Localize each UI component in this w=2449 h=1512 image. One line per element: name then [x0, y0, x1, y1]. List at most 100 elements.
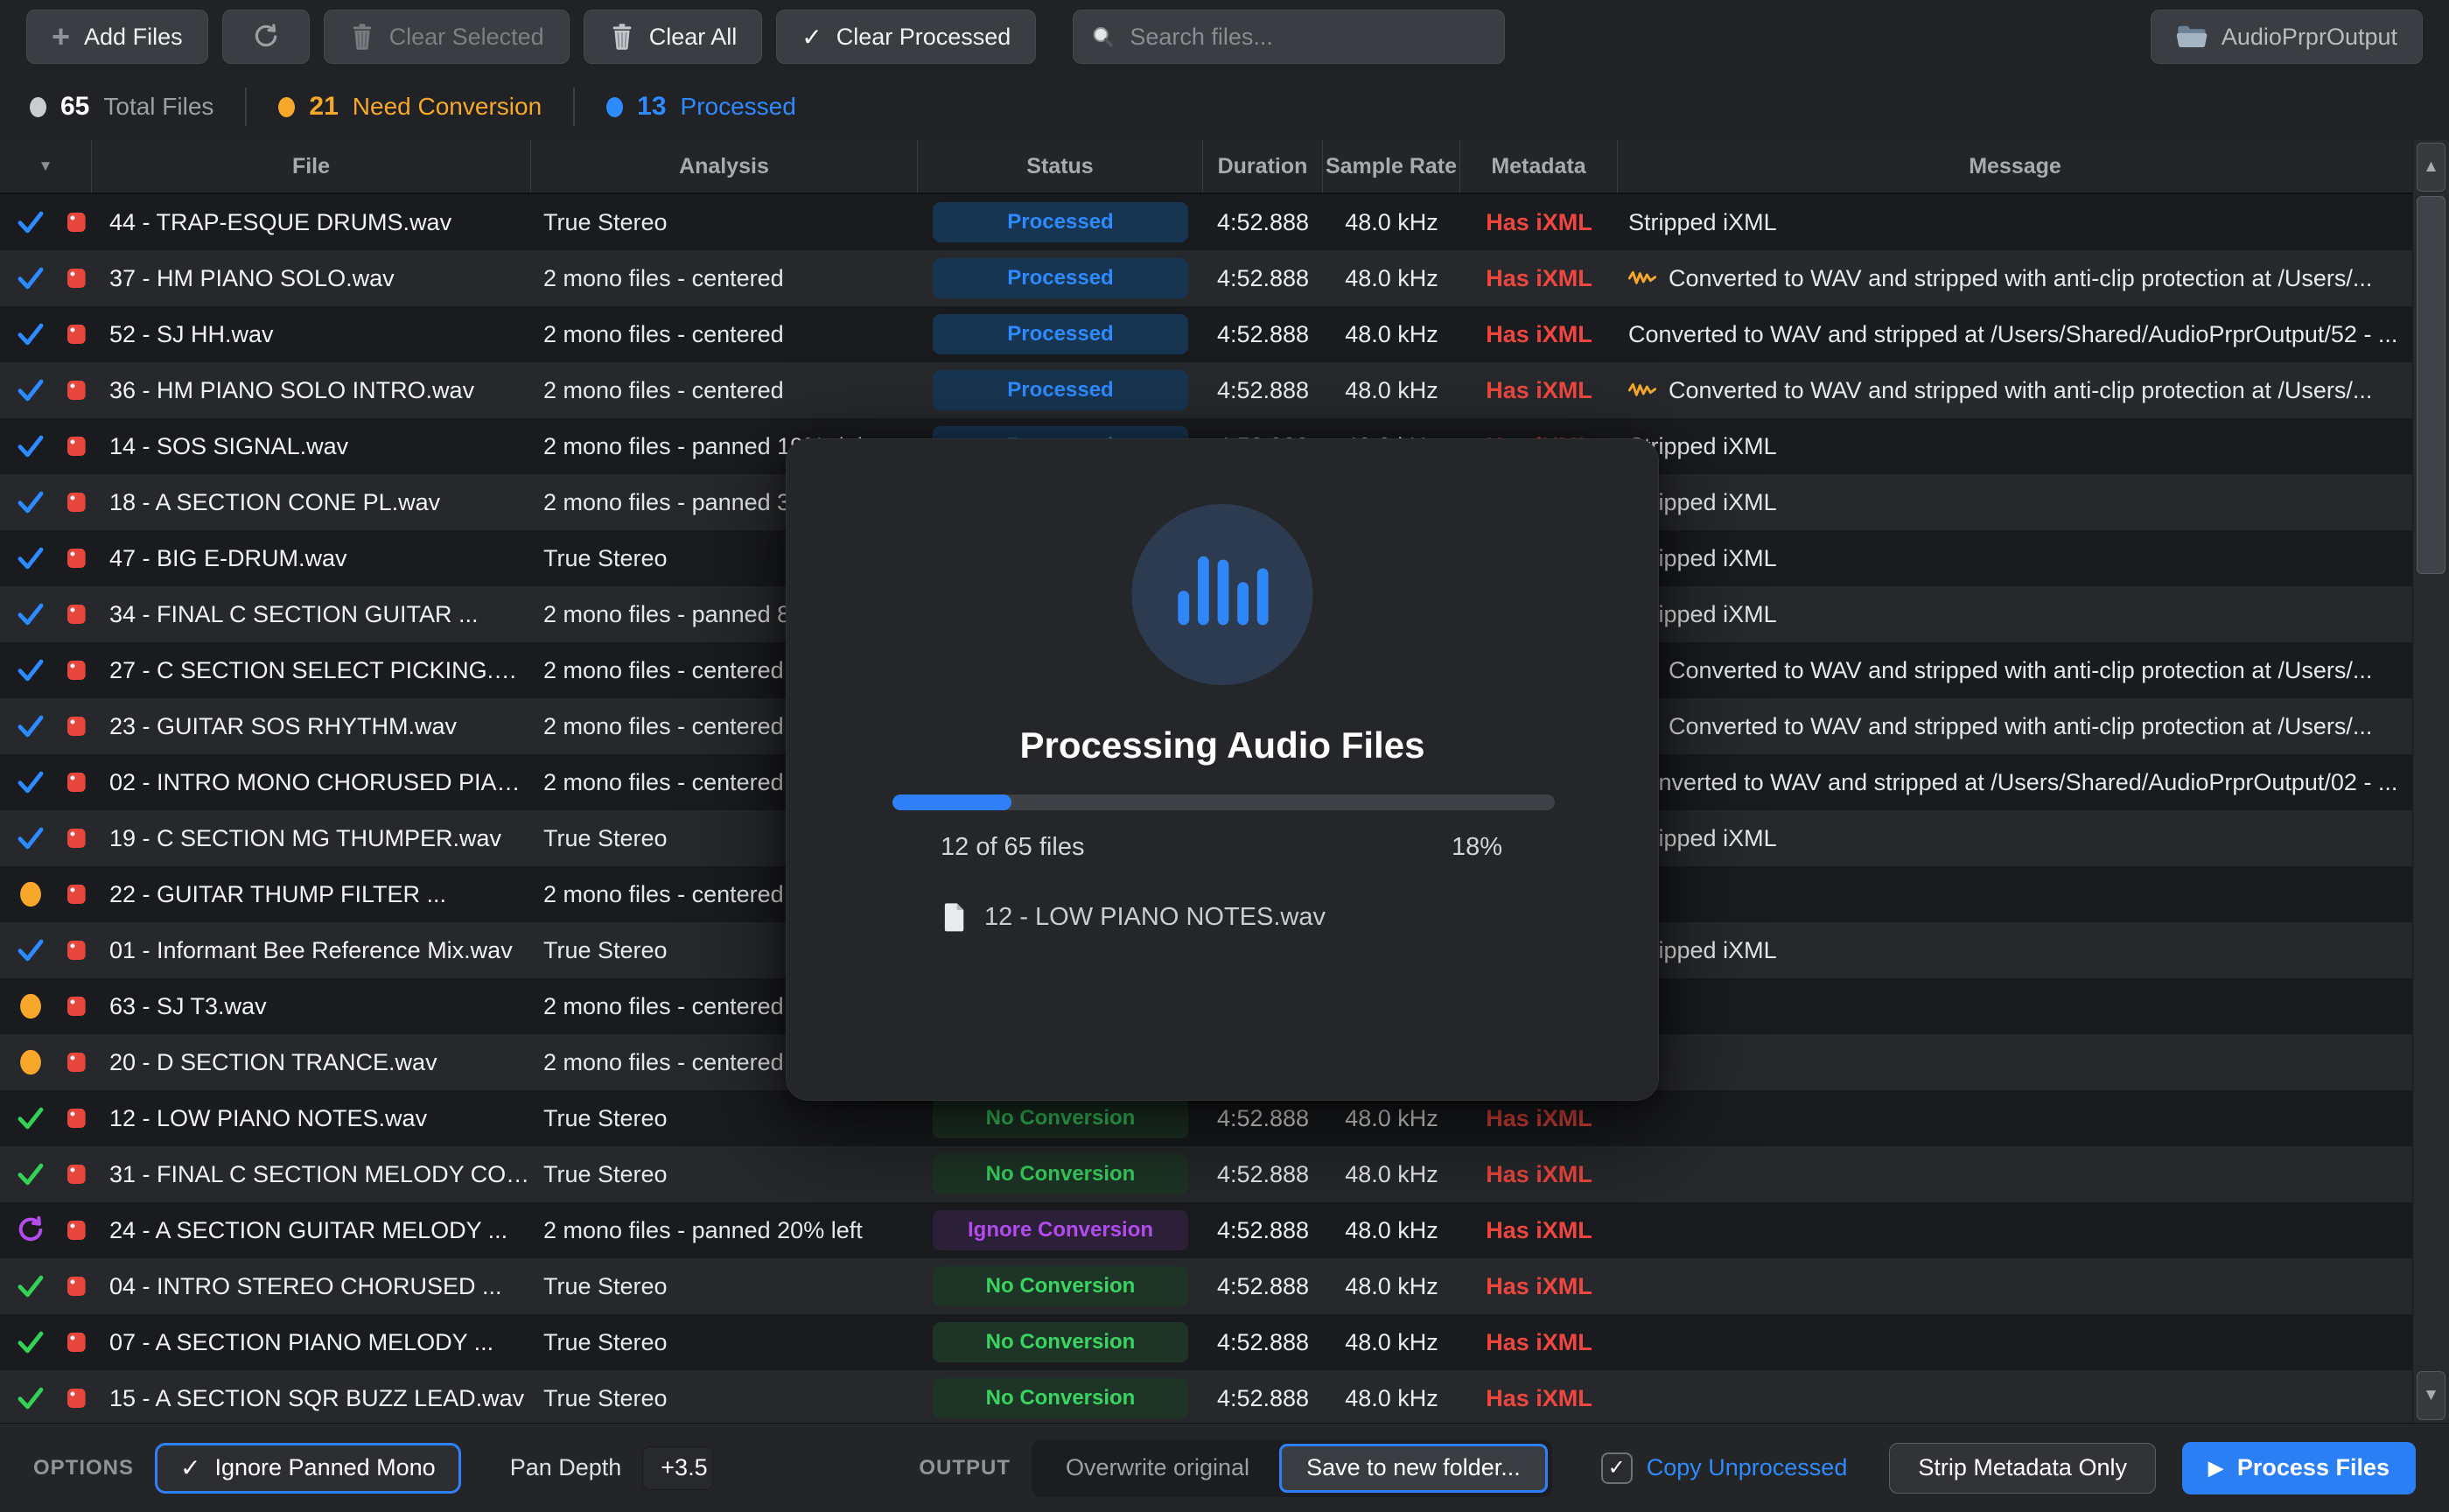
process-files-button[interactable]: ▶ Process Files: [2182, 1442, 2416, 1494]
row-state-icons: [0, 655, 92, 685]
scroll-down-button[interactable]: ▼: [2417, 1371, 2446, 1420]
message-text: Converted to WAV and stripped with anti-…: [1669, 657, 2372, 684]
output-folder-button[interactable]: AudioPrprOutput: [2151, 10, 2423, 64]
status-cell: Processed: [918, 314, 1203, 354]
duration: 4:52.888: [1203, 1161, 1323, 1188]
column-metadata[interactable]: Metadata: [1460, 140, 1618, 192]
table-row[interactable]: 24 - A SECTION GUITAR MELODY ... 2 mono …: [0, 1202, 2412, 1258]
table-row[interactable]: 07 - A SECTION PIANO MELODY ... True Ste…: [0, 1314, 2412, 1370]
row-state-icons: [0, 711, 92, 741]
column-file[interactable]: File: [92, 140, 531, 192]
check-blue-icon: [16, 319, 45, 349]
sample-rate: 48.0 kHz: [1323, 1329, 1460, 1356]
file-name: 20 - D SECTION TRANCE.wav: [92, 1049, 531, 1076]
waveform-icon: [1628, 380, 1656, 401]
table-row[interactable]: 36 - HM PIANO SOLO INTRO.wav 2 mono file…: [0, 362, 2412, 418]
table-row[interactable]: 04 - INTRO STEREO CHORUSED ... True Ster…: [0, 1258, 2412, 1314]
file-name: 36 - HM PIANO SOLO INTRO.wav: [92, 377, 531, 404]
table-row[interactable]: 52 - SJ HH.wav 2 mono files - centered P…: [0, 306, 2412, 362]
current-file-row: 12 - LOW PIANO NOTES.wav: [941, 901, 1326, 933]
copy-unprocessed-group[interactable]: ✓ Copy Unprocessed: [1601, 1452, 1848, 1484]
duration: 4:52.888: [1203, 321, 1323, 348]
tag-icon: [63, 656, 89, 684]
message-text: Converted to WAV and stripped with anti-…: [1669, 713, 2372, 740]
tag-icon: [63, 1048, 89, 1076]
tag-icon: [63, 992, 89, 1020]
tag-icon: [63, 768, 89, 796]
file-name: 27 - C SECTION SELECT PICKING.wav: [92, 657, 531, 684]
vertical-scrollbar[interactable]: ▲ ▼: [2412, 140, 2449, 1423]
check-icon: ✓: [801, 23, 822, 52]
table-row[interactable]: 31 - FINAL C SECTION MELODY COM... True …: [0, 1146, 2412, 1202]
metadata-flag: Has iXML: [1460, 1105, 1618, 1132]
status-cell: No Conversion: [918, 1266, 1203, 1306]
column-message[interactable]: Message: [1618, 140, 2412, 192]
clear-all-button[interactable]: Clear All: [584, 10, 763, 64]
sample-rate: 48.0 kHz: [1323, 1273, 1460, 1300]
strip-metadata-only-button[interactable]: Strip Metadata Only: [1889, 1443, 2156, 1494]
sample-rate: 48.0 kHz: [1323, 377, 1460, 404]
message-cell: Converted to WAV and stripped at /Users/…: [1618, 321, 2412, 348]
save-to-new-folder-option[interactable]: Save to new folder...: [1279, 1444, 1548, 1493]
output-label: OUTPUT: [919, 1456, 1011, 1480]
file-name: 19 - C SECTION MG THUMPER.wav: [92, 825, 531, 852]
column-analysis[interactable]: Analysis: [531, 140, 918, 192]
folder-icon: [2176, 24, 2208, 50]
clear-processed-button[interactable]: ✓ Clear Processed: [776, 10, 1036, 64]
metadata-flag: Has iXML: [1460, 1161, 1618, 1188]
scrollbar-thumb[interactable]: [2417, 196, 2446, 574]
file-name: 44 - TRAP-ESQUE DRUMS.wav: [92, 209, 531, 236]
column-sample-rate[interactable]: Sample Rate: [1323, 140, 1460, 192]
checkbox-checked-icon[interactable]: ✓: [1601, 1452, 1633, 1484]
column-duration[interactable]: Duration: [1203, 140, 1323, 192]
tag-icon: [63, 376, 89, 404]
search-input[interactable]: [1128, 23, 1488, 52]
sample-rate: 48.0 kHz: [1323, 265, 1460, 292]
message-cell: Stripped iXML: [1618, 825, 2412, 852]
metadata-flag: Has iXML: [1460, 377, 1618, 404]
document-icon: [941, 901, 967, 933]
row-state-icons: [0, 599, 92, 629]
analysis-text: True Stereo: [531, 1161, 918, 1188]
copy-unprocessed-label: Copy Unprocessed: [1647, 1454, 1848, 1481]
message-cell: Converted to WAV and stripped with anti-…: [1618, 713, 2412, 740]
duration: 4:52.888: [1203, 1385, 1323, 1412]
status-cell: Processed: [918, 202, 1203, 242]
tag-icon: [63, 432, 89, 460]
ignore-panned-mono-label: Ignore Panned Mono: [214, 1454, 435, 1481]
tag-icon: [63, 544, 89, 572]
add-files-label: Add Files: [84, 24, 183, 51]
tag-icon: [63, 488, 89, 516]
table-row[interactable]: 44 - TRAP-ESQUE DRUMS.wav True Stereo Pr…: [0, 194, 2412, 250]
search-icon: [1089, 24, 1116, 50]
status-cell: No Conversion: [918, 1378, 1203, 1418]
tag-icon: [63, 712, 89, 740]
duration: 4:52.888: [1203, 209, 1323, 236]
processing-modal: Processing Audio Files 12 of 65 files 18…: [786, 438, 1659, 1101]
file-name: 18 - A SECTION CONE PL.wav: [92, 489, 531, 516]
percent-label: 18%: [1452, 833, 1502, 862]
table-row[interactable]: 37 - HM PIANO SOLO.wav 2 mono files - ce…: [0, 250, 2412, 306]
message-text: Converted to WAV and stripped with anti-…: [1669, 377, 2372, 404]
overwrite-original-option[interactable]: Overwrite original: [1036, 1444, 1279, 1493]
message-text: Converted to WAV and stripped at /Users/…: [1628, 769, 2397, 796]
column-status[interactable]: Status: [918, 140, 1203, 192]
check-blue-icon: [16, 375, 45, 405]
stat-need-conversion: 21 Need Conversion: [278, 92, 542, 122]
blue-dot-icon: [606, 97, 623, 117]
sort-indicator-column[interactable]: ▼: [0, 140, 92, 192]
refresh-purple-icon: [16, 1215, 45, 1245]
processed-count: 13: [637, 92, 666, 122]
ignore-panned-mono-toggle[interactable]: ✓ Ignore Panned Mono: [155, 1443, 461, 1494]
footer-bar: OPTIONS ✓ Ignore Panned Mono Pan Depth +…: [0, 1423, 2449, 1512]
clear-selected-button[interactable]: Clear Selected: [324, 10, 570, 64]
clear-all-label: Clear All: [649, 24, 738, 51]
status-badge: No Conversion: [933, 1098, 1188, 1138]
refresh-button[interactable]: [222, 10, 310, 64]
add-files-button[interactable]: + Add Files: [26, 10, 208, 64]
metadata-flag: Has iXML: [1460, 209, 1618, 236]
file-name: 01 - Informant Bee Reference Mix.wav: [92, 937, 531, 964]
pan-depth-select[interactable]: +3.5 dB ▼: [642, 1446, 713, 1490]
scroll-up-button[interactable]: ▲: [2417, 143, 2446, 192]
table-row[interactable]: 15 - A SECTION SQR BUZZ LEAD.wav True St…: [0, 1370, 2412, 1423]
